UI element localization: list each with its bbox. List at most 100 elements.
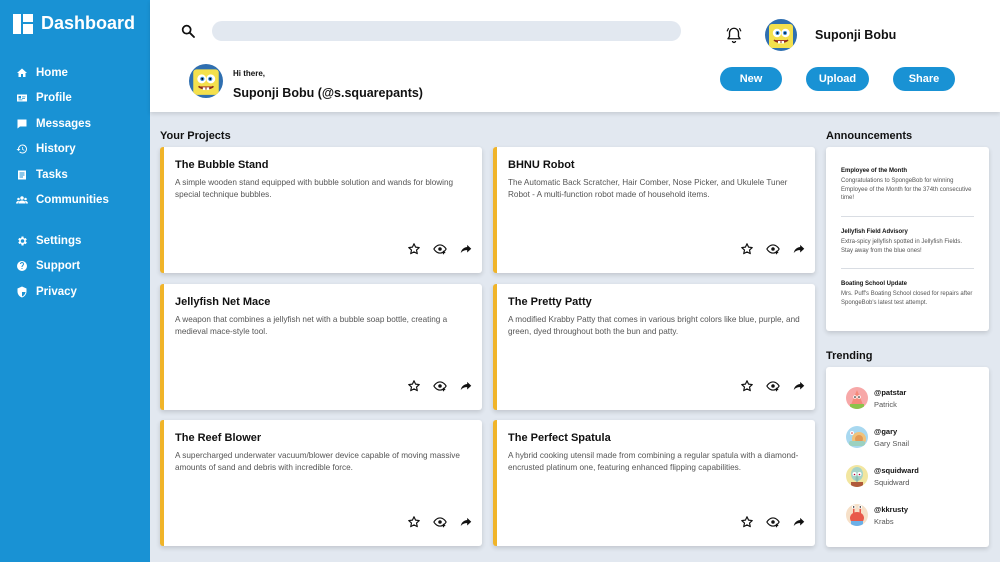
announcement-item[interactable]: Employee of the Month Congratulations to… [841,168,974,203]
shield-icon [17,286,27,298]
announcement-item[interactable]: Boating School Update Mrs. Puff's Boatin… [841,281,974,307]
trending-name: Patrick [874,400,897,409]
primary-nav: Home Profile Messages History Tasks Comm… [16,60,109,213]
share-button[interactable]: Share [893,67,955,91]
project-title[interactable]: The Perfect Spatula [508,432,611,444]
spongebob-avatar-image [189,64,223,98]
star-icon[interactable] [407,379,421,393]
share-icon[interactable] [792,379,806,393]
tasks-icon [18,170,26,180]
new-button[interactable]: New [720,67,782,91]
sidebar-item-settings[interactable]: Settings [16,228,81,254]
card-actions [407,242,485,256]
trending-name: Gary Snail [874,439,910,448]
watch-icon[interactable] [433,379,447,393]
sidebar-item-label: Profile [36,92,72,105]
star-icon[interactable] [740,515,754,529]
trending-name: Squidward [874,478,910,487]
gary-avatar-image [846,426,868,448]
header: Suponji Bobu Hi there, Suponji Bobu (@s.… [150,0,1000,112]
card-actions [407,379,485,393]
star-icon[interactable] [407,242,421,256]
trending-title: Trending [826,350,873,362]
project-card[interactable]: BHNU Robot The Automatic Back Scratcher, … [493,147,815,273]
sidebar-item-communities[interactable]: Communities [16,188,109,214]
share-icon[interactable] [792,515,806,529]
announcement-title: Employee of the Month [841,168,907,174]
star-icon[interactable] [407,515,421,529]
sidebar-item-profile[interactable]: Profile [16,86,109,112]
sidebar-item-label: Support [36,260,81,273]
project-description: The Automatic Back Scratcher, Hair Combe… [508,178,788,199]
project-title[interactable]: The Pretty Patty [508,296,592,308]
trending-handle: @squidward [874,466,919,475]
avatar [846,387,868,409]
id-card-icon [17,94,27,102]
search-input[interactable] [212,21,681,41]
project-card[interactable]: The Bubble Stand A simple wooden stand eq… [160,147,482,273]
trending-handle: @kkrusty [874,505,908,514]
star-icon[interactable] [740,242,754,256]
dashboard-logo-icon [13,13,33,34]
bell-icon[interactable] [725,26,743,44]
watch-icon[interactable] [766,379,780,393]
announcements-panel: Employee of the Month Congratulations to… [826,147,989,331]
star-icon[interactable] [740,379,754,393]
user-handle: Suponji Bobu (@s.squarepants) [233,86,423,100]
watch-icon[interactable] [766,515,780,529]
sidebar-item-messages[interactable]: Messages [16,111,109,137]
message-icon [17,119,27,129]
project-card[interactable]: The Perfect Spatula A hybrid cooking uten… [493,420,815,546]
gear-icon [18,236,27,246]
share-icon[interactable] [792,242,806,256]
sidebar-item-home[interactable]: Home [16,60,109,86]
share-icon[interactable] [459,515,473,529]
sidebar-item-label: Messages [36,117,91,130]
project-title[interactable]: BHNU Robot [508,159,575,171]
share-icon[interactable] [459,242,473,256]
history-icon [16,144,27,154]
sidebar: Dashboard Home Profile Messages History … [0,0,150,562]
sidebar-item-label: Privacy [36,285,77,298]
sidebar-item-label: Settings [36,234,82,247]
projects-title: Your Projects [160,130,231,142]
announcements-title: Announcements [826,130,913,142]
share-icon[interactable] [459,379,473,393]
sidebar-item-history[interactable]: History [16,137,109,163]
sidebar-item-privacy[interactable]: Privacy [16,279,81,305]
user-name[interactable]: Suponji Bobu [815,28,896,42]
watch-icon[interactable] [433,515,447,529]
sidebar-item-support[interactable]: Support [16,254,81,280]
watch-icon[interactable] [766,242,780,256]
watch-icon[interactable] [433,242,447,256]
sidebar-item-label: Communities [36,194,109,207]
announcement-body: Congratulations to SpongeBob for winning… [841,178,972,201]
project-card[interactable]: The Pretty Patty A modified Krabby Patty … [493,284,815,410]
upload-button[interactable]: Upload [806,67,869,91]
avatar[interactable] [765,19,797,51]
sidebar-item-tasks[interactable]: Tasks [16,162,109,188]
project-title[interactable]: The Bubble Stand [175,159,269,171]
profile-avatar [189,64,223,98]
avatar [846,465,868,487]
trending-user[interactable]: @gary Gary Snail [846,426,976,450]
help-icon [17,261,27,272]
greeting-text: Hi there, [233,69,266,78]
search-icon[interactable] [180,23,196,39]
project-card[interactable]: The Reef Blower A supercharged underwater… [160,420,482,546]
brand-title: Dashboard [41,13,136,33]
project-description: A weapon that combines a jellyfish net w… [175,315,448,336]
announcement-item[interactable]: Jellyfish Field Advisory Extra-spicy jel… [841,229,974,255]
squidward-avatar-image [846,465,868,487]
trending-user[interactable]: @kkrusty Krabs [846,504,976,528]
project-title[interactable]: The Reef Blower [175,432,261,444]
project-card[interactable]: Jellyfish Net Mace A weapon that combines… [160,284,482,410]
divider [841,216,974,217]
trending-user[interactable]: @squidward Squidward [846,465,976,489]
trending-handle: @patstar [874,388,907,397]
brand[interactable]: Dashboard [13,13,135,34]
trending-user[interactable]: @patstar Patrick [846,387,976,411]
project-title[interactable]: Jellyfish Net Mace [175,296,270,308]
spongebob-avatar-image [765,19,797,51]
avatar [846,426,868,448]
